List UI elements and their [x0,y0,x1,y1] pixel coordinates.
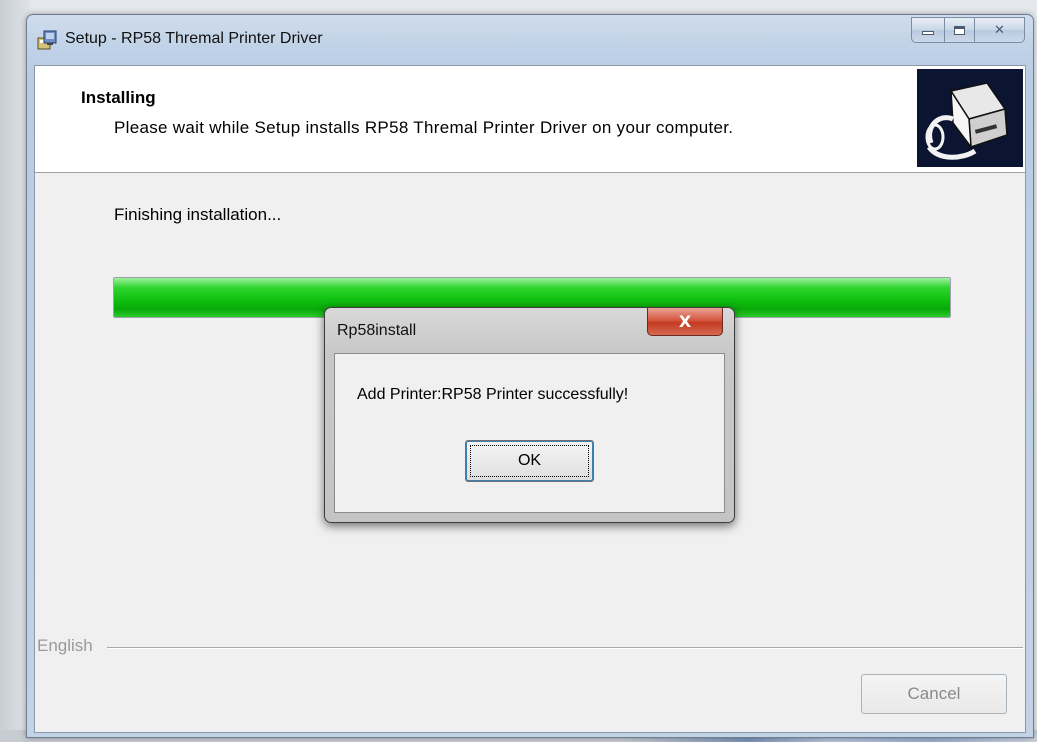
title-bar[interactable]: Setup - RP58 Thremal Printer Driver ✕ [27,15,1033,63]
dialog-close-button[interactable]: X [647,308,723,336]
minimize-icon [922,31,934,35]
wizard-header: Installing Please wait while Setup insta… [35,66,1025,173]
maximize-button[interactable] [945,17,975,43]
maximize-icon [954,25,965,35]
setup-app-icon [36,29,58,51]
dialog-body: Add Printer:RP58 Printer successfully! O… [334,353,725,513]
cancel-button[interactable]: Cancel [861,674,1007,714]
window-title: Setup - RP58 Thremal Printer Driver [65,30,323,47]
install-status-text: Finishing installation... [114,205,282,224]
page-title: Installing [81,88,156,107]
printer-setup-icon [917,69,1023,167]
language-label: English [37,636,93,655]
message-dialog: Rp58install X Add Printer:RP58 Printer s… [324,307,735,523]
dialog-title: Rp58install [337,322,417,339]
footer-divider [107,647,1023,649]
ok-button[interactable]: OK [465,440,594,482]
desktop-background [0,0,1037,14]
minimize-button[interactable] [911,17,945,43]
close-button[interactable]: ✕ [975,17,1025,43]
close-icon: ✕ [994,22,1005,38]
page-subtitle: Please wait while Setup installs RP58 Th… [114,118,734,137]
caption-buttons: ✕ [911,17,1025,43]
dialog-message: Add Printer:RP58 Printer successfully! [357,386,629,403]
ok-button-label: OK [517,452,542,469]
close-icon: X [678,312,692,331]
